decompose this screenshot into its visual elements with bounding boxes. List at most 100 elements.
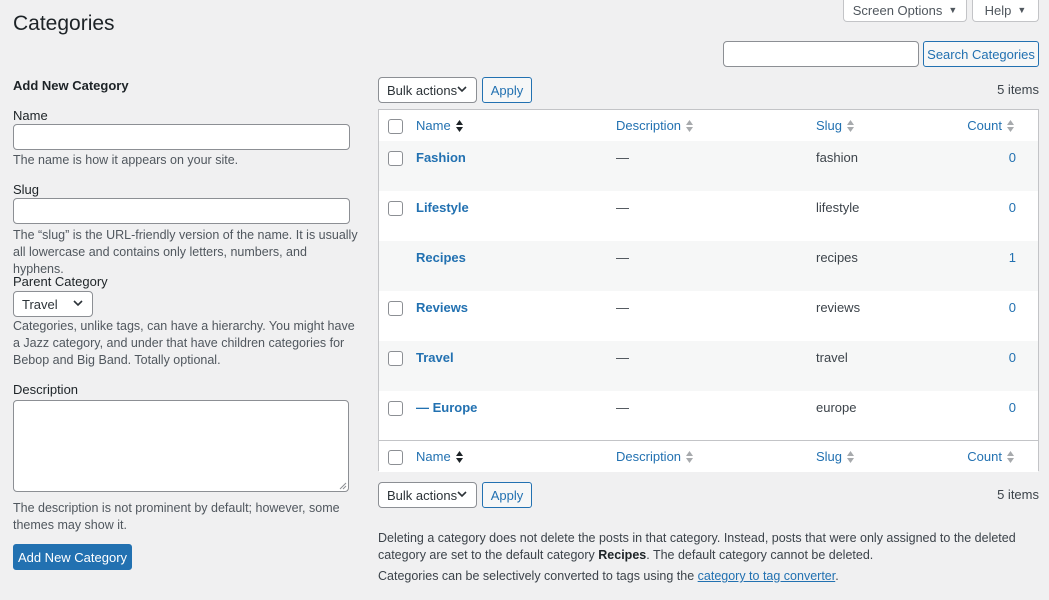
column-description-label: Description xyxy=(616,118,682,133)
parent-category-value: Travel xyxy=(22,296,58,312)
category-name-link[interactable]: — Europe xyxy=(416,400,477,415)
row-checkbox[interactable] xyxy=(388,201,403,216)
category-name-link[interactable]: Fashion xyxy=(416,150,466,165)
category-slug: reviews xyxy=(816,300,861,315)
category-description: — xyxy=(616,150,629,165)
column-name-footer[interactable]: Name xyxy=(416,449,464,464)
category-name-link[interactable]: Travel xyxy=(416,350,454,365)
column-description[interactable]: Description xyxy=(616,118,694,133)
help-button[interactable]: Help ▼ xyxy=(972,0,1039,22)
convert-note-text-1: Categories can be selectively converted … xyxy=(378,569,698,583)
screen-options-label: Screen Options xyxy=(852,2,943,18)
apply-button-top[interactable]: Apply xyxy=(482,77,532,103)
search-input[interactable] xyxy=(723,41,919,67)
description-label: Description xyxy=(13,382,79,397)
bulk-actions-select-bottom[interactable]: Bulk actions xyxy=(378,482,477,508)
parent-category-label: Parent Category xyxy=(13,274,108,289)
column-count-label: Count xyxy=(967,118,1002,133)
category-slug: recipes xyxy=(816,250,858,265)
delete-note: Deleting a category does not delete the … xyxy=(378,530,1018,564)
chevron-down-icon xyxy=(457,86,467,93)
column-slug[interactable]: Slug xyxy=(816,118,855,133)
category-count-link[interactable]: 0 xyxy=(1009,350,1016,365)
row-checkbox[interactable] xyxy=(388,351,403,366)
table-header: Name Description Slug Count xyxy=(379,110,1038,142)
row-checkbox[interactable] xyxy=(388,151,403,166)
items-count-top: 5 items xyxy=(997,82,1039,97)
slug-input[interactable] xyxy=(13,198,350,224)
category-count-link[interactable]: 1 xyxy=(1009,250,1016,265)
row-checkbox[interactable] xyxy=(388,301,403,316)
name-help: The name is how it appears on your site. xyxy=(13,153,239,167)
column-name[interactable]: Name xyxy=(416,118,464,133)
screen-options-button[interactable]: Screen Options ▼ xyxy=(843,0,967,22)
category-description: — xyxy=(616,350,629,365)
category-count-link[interactable]: 0 xyxy=(1009,150,1016,165)
category-description: — xyxy=(616,250,629,265)
column-name-label: Name xyxy=(416,449,451,464)
slug-label: Slug xyxy=(13,182,40,197)
table-row: — Europe — europe 0 xyxy=(379,391,1038,441)
category-name-link[interactable]: Lifestyle xyxy=(416,200,469,215)
column-description-footer[interactable]: Description xyxy=(616,449,694,464)
default-category-name: Recipes xyxy=(598,548,647,562)
column-slug-label: Slug xyxy=(816,118,843,133)
column-count-footer[interactable]: Count xyxy=(967,449,1015,464)
chevron-down-icon xyxy=(73,300,83,307)
bulk-actions-select-top[interactable]: Bulk actions xyxy=(378,77,477,103)
items-count-bottom: 5 items xyxy=(997,487,1039,502)
column-description-label: Description xyxy=(616,449,682,464)
sort-icon xyxy=(1007,450,1014,463)
category-description: — xyxy=(616,200,629,215)
table-row: Travel — travel 0 xyxy=(379,341,1038,391)
parent-category-select[interactable]: Travel xyxy=(13,291,93,317)
column-slug-footer[interactable]: Slug xyxy=(816,449,855,464)
table-row: Lifestyle — lifestyle 0 xyxy=(379,191,1038,241)
category-slug: lifestyle xyxy=(816,200,860,215)
category-count-link[interactable]: 0 xyxy=(1009,400,1016,415)
category-name-link[interactable]: Reviews xyxy=(416,300,468,315)
bulk-actions-label: Bulk actions xyxy=(387,82,458,98)
add-category-heading: Add New Category xyxy=(13,78,129,93)
category-count-link[interactable]: 0 xyxy=(1009,300,1016,315)
help-label: Help xyxy=(984,2,1012,18)
sort-ascending-icon xyxy=(455,450,463,463)
category-name-link[interactable]: Recipes xyxy=(416,250,466,265)
resize-handle-icon[interactable] xyxy=(339,482,347,490)
caret-down-icon: ▼ xyxy=(948,5,958,15)
add-new-category-button[interactable]: Add New Category xyxy=(13,544,132,570)
table-row: Recipes — recipes 1 xyxy=(379,241,1038,291)
category-description: — xyxy=(616,400,629,415)
categories-page: Categories Screen Options ▼ Help ▼ Searc… xyxy=(0,0,1049,600)
parent-category-help: Categories, unlike tags, can have a hier… xyxy=(13,319,355,367)
bulk-actions-label: Bulk actions xyxy=(387,487,458,503)
category-to-tag-converter-link[interactable]: category to tag converter xyxy=(698,569,836,583)
name-input[interactable] xyxy=(13,124,350,150)
column-name-label: Name xyxy=(416,118,451,133)
convert-note-text-2: . xyxy=(835,569,839,583)
column-count[interactable]: Count xyxy=(967,118,1015,133)
sort-icon xyxy=(1007,119,1014,132)
sort-icon xyxy=(847,119,855,132)
sort-ascending-icon xyxy=(455,119,463,132)
apply-button-bottom[interactable]: Apply xyxy=(482,482,532,508)
sort-icon xyxy=(686,450,694,463)
search-categories-button[interactable]: Search Categories xyxy=(923,41,1039,67)
page-title: Categories xyxy=(13,12,115,35)
select-all-checkbox[interactable] xyxy=(388,119,403,134)
slug-help: The “slug” is the URL-friendly version o… xyxy=(13,228,358,276)
column-count-label: Count xyxy=(967,449,1002,464)
description-help: The description is not prominent by defa… xyxy=(13,501,340,532)
sort-icon xyxy=(847,450,855,463)
row-checkbox[interactable] xyxy=(388,401,403,416)
table-row: Reviews — reviews 0 xyxy=(379,291,1038,341)
table-row: Fashion — fashion 0 xyxy=(379,141,1038,191)
select-all-checkbox-bottom[interactable] xyxy=(388,450,403,465)
category-count-link[interactable]: 0 xyxy=(1009,200,1016,215)
categories-table: Name Description Slug Count Fashion — fa… xyxy=(378,109,1039,472)
description-textarea[interactable] xyxy=(13,400,349,492)
convert-note: Categories can be selectively converted … xyxy=(378,568,1018,585)
category-slug: europe xyxy=(816,400,857,415)
column-slug-label: Slug xyxy=(816,449,843,464)
chevron-down-icon xyxy=(457,491,467,498)
